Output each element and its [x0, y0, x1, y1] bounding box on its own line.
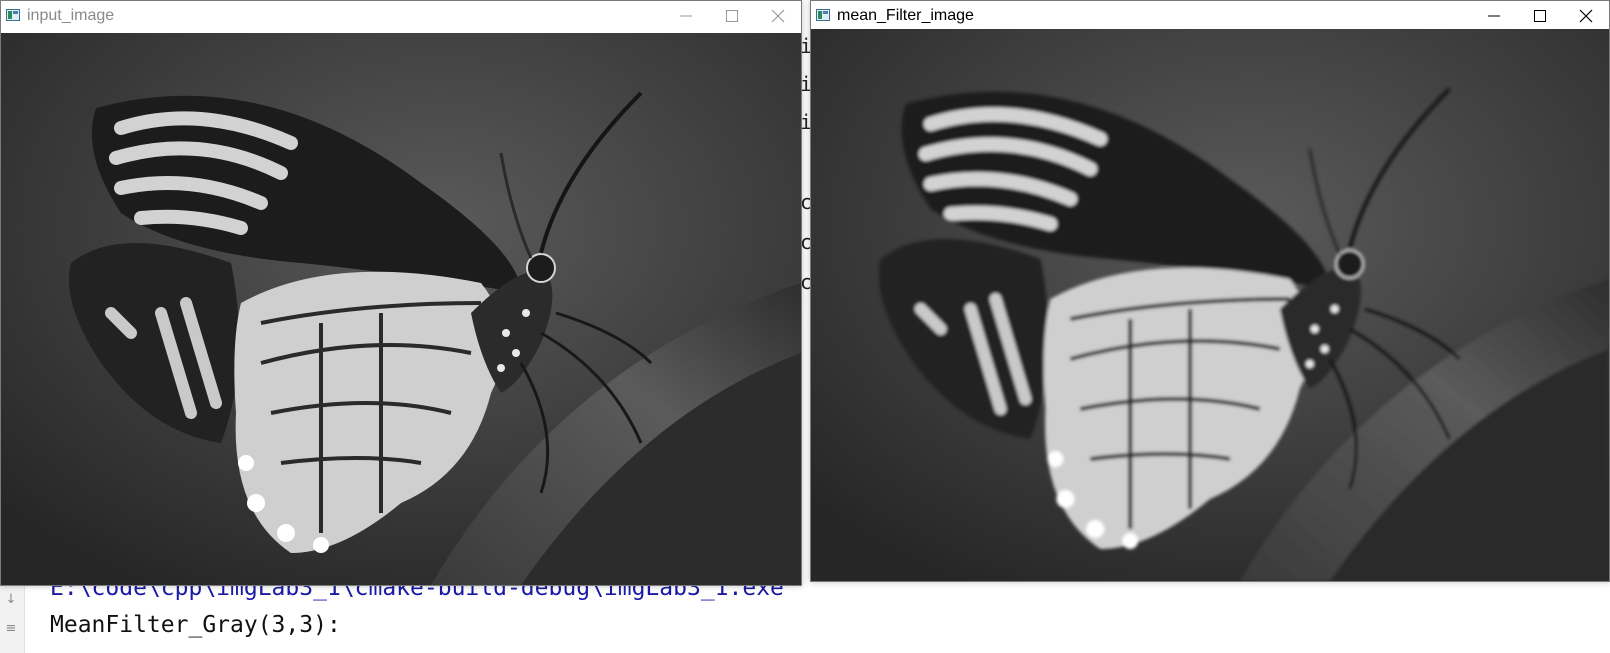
maximize-button[interactable]	[1517, 1, 1563, 31]
close-button[interactable]	[755, 1, 801, 31]
minimize-button[interactable]	[1471, 1, 1517, 31]
window-title: input_image	[27, 7, 115, 24]
image-canvas	[811, 29, 1609, 581]
butterfly-image-filtered	[811, 29, 1609, 581]
minimize-icon	[680, 15, 692, 17]
input-image-window[interactable]: input_image	[0, 0, 802, 586]
close-icon	[1579, 9, 1593, 23]
image-window-icon	[816, 9, 830, 21]
window-titlebar[interactable]: input_image	[1, 1, 801, 31]
window-titlebar[interactable]: mean_Filter_image	[811, 1, 1609, 31]
mean-filter-image-window[interactable]: mean_Filter_image	[810, 0, 1610, 582]
soft-wrap-icon[interactable]: ≡	[4, 622, 18, 636]
butterfly-image	[1, 33, 801, 585]
window-title: mean_Filter_image	[837, 7, 974, 24]
maximize-icon	[1534, 10, 1546, 22]
minimize-icon	[1488, 15, 1500, 17]
arrow-down-icon[interactable]: ↓	[4, 593, 18, 607]
close-button[interactable]	[1563, 1, 1609, 31]
minimize-button[interactable]	[663, 1, 709, 31]
image-window-icon	[6, 9, 20, 21]
console-output-line: MeanFilter_Gray(3,3):	[50, 612, 341, 638]
image-canvas	[1, 33, 801, 585]
maximize-button[interactable]	[709, 1, 755, 31]
maximize-icon	[726, 10, 738, 22]
close-icon	[771, 9, 785, 23]
